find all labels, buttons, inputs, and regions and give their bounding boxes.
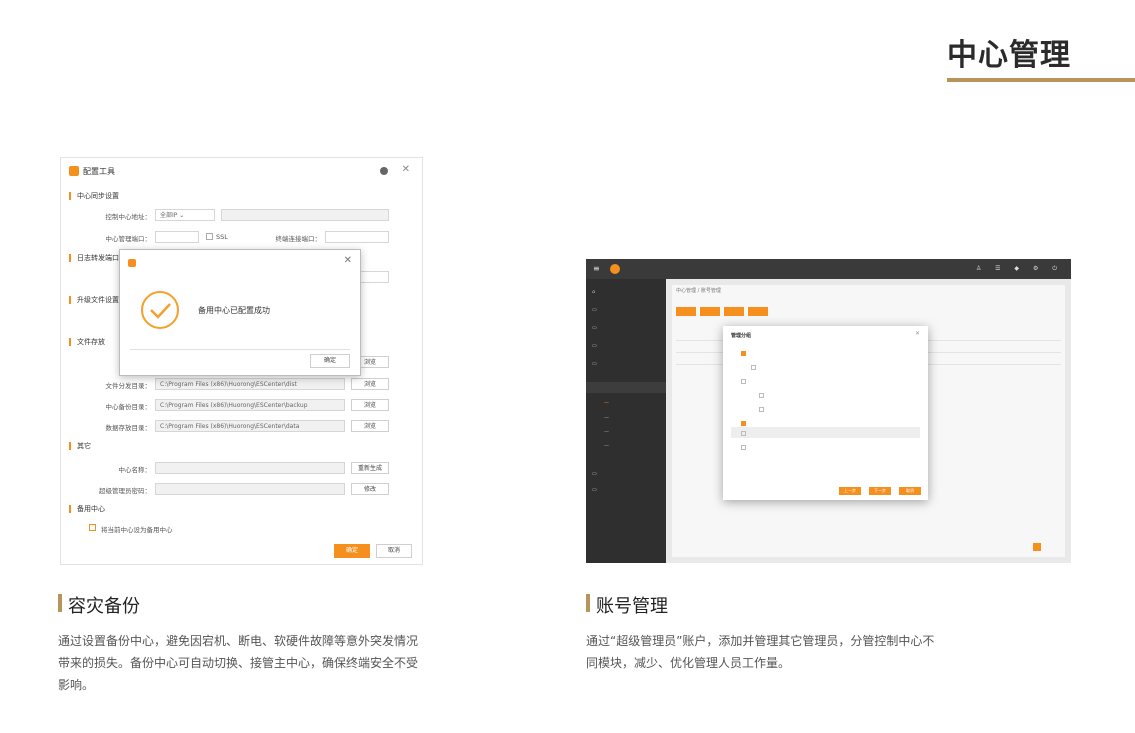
cancel-button[interactable]: 取消 (376, 544, 412, 558)
master-select-value: 全部IP (160, 212, 178, 219)
toolbar-button[interactable] (700, 307, 720, 316)
tree-item[interactable] (741, 350, 749, 356)
toolbar-button[interactable] (748, 307, 768, 316)
config-tool-screenshot: 配置工具 ✕ 中心同步设置 控制中心地址： 全部IP ⌄ 中心管理端口： SSL… (60, 157, 423, 565)
breadcrumb: 中心管理 / 账号管理 (676, 288, 721, 294)
toolbar-button[interactable] (724, 307, 744, 316)
regenerate-button[interactable]: 重新生成 (351, 462, 389, 474)
client-dir-input[interactable]: C:\Program Files (x86)\Huorong\ESCenter\… (155, 378, 345, 390)
browse-button-4[interactable]: 浏览 (351, 420, 389, 432)
port-input[interactable] (155, 231, 199, 243)
client-dir-label: 文件分发目录： (105, 382, 152, 390)
section-storage: 文件存放 (69, 338, 105, 346)
app-logo-icon (610, 264, 620, 274)
page-title: 中心管理 (947, 38, 1071, 73)
feature-bar (586, 594, 590, 612)
modal-message: 备用中心已配置成功 (198, 306, 270, 315)
browse-button-2[interactable]: 浏览 (351, 378, 389, 390)
dialog-cancel-button[interactable]: 取消 (899, 487, 921, 495)
account-management-screenshot: ≡ ♙ ☰ ◆ ⚙ ⏻ ⌂ ▭ ▭ ▭ ▭ — — — — ▭ ▭ 中心管理 /… (586, 259, 1071, 563)
name-input[interactable] (155, 462, 345, 474)
data-dir-label: 数据存放目录： (105, 424, 152, 432)
feature-bar (58, 594, 62, 612)
close-icon[interactable]: ✕ (402, 164, 410, 175)
ssl-label: SSL (216, 233, 228, 241)
sidebar-item[interactable]: ▭ (592, 361, 597, 367)
config-tool-header: 配置工具 ✕ (61, 158, 422, 186)
success-modal: ✕ 备用中心已配置成功 确定 (119, 249, 361, 376)
topbar-icons[interactable]: ♙ ☰ ◆ ⚙ ⏻ (976, 265, 1063, 273)
feature-desc: 通过设置备份中心，避免因宕机、断电、软硬件故障等意外突发情况带来的损失。备份中心… (58, 634, 419, 692)
master-select[interactable]: 全部IP ⌄ (155, 209, 215, 221)
tree-item[interactable] (741, 444, 749, 450)
ok-button[interactable]: 确定 (334, 544, 370, 558)
next-button[interactable]: 下一步 (869, 487, 891, 495)
app-topbar: ≡ ♙ ☰ ◆ ⚙ ⏻ (586, 259, 1071, 279)
title-underline (947, 78, 1135, 82)
tree-item[interactable] (759, 406, 767, 412)
port-label: 中心管理端口： (105, 235, 152, 243)
section-upgrade: 升级文件设置 (69, 296, 119, 304)
sidebar-item[interactable]: ▭ (592, 307, 597, 313)
feature-desc: 通过“超级管理员”账户，添加并管理其它管理员，分管控制中心不同模块，减少、优化管… (586, 634, 935, 670)
feature-title: 容灾备份 (68, 596, 140, 617)
pagination[interactable] (995, 543, 1055, 551)
sidebar-item[interactable]: ⌂ (592, 289, 595, 295)
section-backup: 备用中心 (69, 505, 105, 513)
sidebar-sub-item[interactable]: — (604, 415, 609, 421)
password-input[interactable] (155, 483, 345, 495)
password-label: 超级管理员密码： (99, 487, 151, 495)
manage-group-dialog: ✕ 上一步 下一步 取消 管理分组 (723, 326, 928, 500)
app-logo-icon (69, 166, 79, 176)
section-other: 其它 (69, 442, 91, 450)
section-forward: 日志转发端口 (69, 254, 119, 262)
config-tool-title: 配置工具 (83, 167, 115, 176)
sidebar-sub-item[interactable]: — (604, 429, 609, 435)
section-sync: 中心同步设置 (69, 192, 119, 200)
sidebar-item[interactable]: ▭ (592, 325, 597, 331)
change-password-button[interactable]: 修改 (351, 483, 389, 495)
master-label: 控制中心地址： (105, 213, 152, 221)
prev-button[interactable]: 上一步 (839, 487, 861, 495)
ssl-checkbox[interactable] (206, 233, 213, 240)
success-check-icon (141, 291, 179, 329)
tree-item[interactable] (741, 378, 749, 384)
backup-center-checkbox[interactable] (89, 524, 96, 531)
toolbar-button[interactable] (676, 307, 696, 316)
modal-close-icon[interactable]: ✕ (344, 255, 352, 266)
agent-port-label: 终端连接端口： (275, 235, 322, 243)
sidebar-sub-item-account[interactable]: — (604, 400, 609, 406)
modal-divider (130, 349, 350, 350)
feature-title: 账号管理 (596, 596, 668, 617)
modal-logo-icon (128, 259, 136, 267)
backup-center-label: 将当前中心设为备用中心 (101, 526, 173, 534)
backup-dir-input[interactable]: C:\Program Files (x86)\Huorong\ESCenter\… (155, 399, 345, 411)
pagination-current[interactable] (1033, 543, 1041, 551)
sidebar-item[interactable]: ▭ (592, 471, 597, 477)
sidebar-item[interactable]: ▭ (592, 343, 597, 349)
tree-item[interactable] (741, 430, 749, 436)
master-ip-input[interactable] (221, 209, 389, 221)
sidebar: ⌂ ▭ ▭ ▭ ▭ — — — — ▭ ▭ (586, 279, 666, 563)
tree-item[interactable] (741, 420, 749, 426)
tree-item[interactable] (751, 364, 759, 370)
data-dir-input[interactable]: C:\Program Files (x86)\Huorong\ESCenter\… (155, 420, 345, 432)
agent-port-input[interactable] (325, 231, 389, 243)
browse-button-3[interactable]: 浏览 (351, 399, 389, 411)
name-label: 中心名称： (118, 466, 152, 474)
sidebar-active-item[interactable] (586, 382, 666, 393)
sidebar-item[interactable]: ▭ (592, 487, 597, 493)
dialog-title: 管理分组 (731, 333, 752, 339)
settings-icon[interactable] (380, 167, 388, 175)
modal-ok-button[interactable]: 确定 (310, 354, 350, 368)
sidebar-sub-item[interactable]: — (604, 443, 609, 449)
tree-highlight (731, 427, 920, 438)
tree-item[interactable] (759, 392, 767, 398)
dialog-close-icon[interactable]: ✕ (915, 330, 920, 337)
menu-icon[interactable]: ≡ (593, 264, 600, 273)
backup-dir-label: 中心备份目录： (105, 403, 152, 411)
